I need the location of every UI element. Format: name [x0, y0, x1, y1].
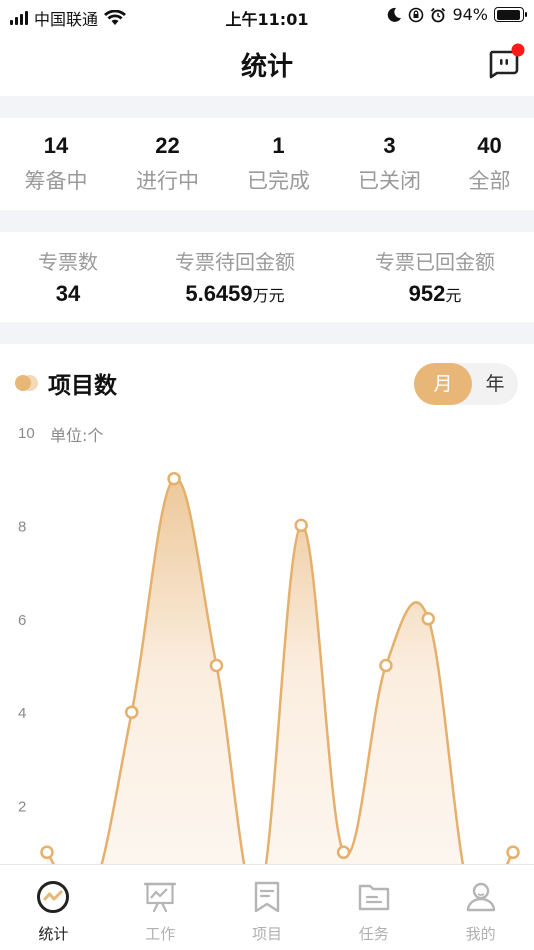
tab-label: 工作 — [145, 925, 176, 943]
bookmark-book-icon — [254, 881, 280, 913]
stat-preparing[interactable]: 14 筹备中 — [0, 118, 112, 210]
separator — [0, 322, 534, 344]
page-title: 统计 — [240, 52, 293, 82]
ticket-pending-label: 专票待回金额 — [175, 250, 295, 274]
status-bar: 中国联通 上午11:01 94% — [0, 0, 534, 32]
separator — [0, 96, 534, 118]
stat-closed[interactable]: 3 已关闭 — [334, 118, 445, 210]
ticket-pending-value: 5.6459 — [185, 281, 253, 306]
toggle-year[interactable]: 年 — [472, 363, 518, 405]
ticket-returned-label: 专票已回金额 — [375, 250, 495, 274]
legend-dots-icon — [15, 375, 38, 391]
tab-mine[interactable]: 我的 — [427, 865, 534, 950]
nav-bar: 统计 — [0, 32, 534, 96]
tab-tasks[interactable]: 任务 — [320, 865, 427, 950]
stat-count: 40 — [477, 133, 502, 158]
toggle-month[interactable]: 月 — [414, 363, 472, 405]
period-toggle: 月 年 — [414, 363, 518, 405]
ticket-count-value: 34 — [55, 281, 81, 306]
stat-all[interactable]: 40 全部 — [445, 118, 534, 210]
y-tick-label: 10 — [18, 425, 35, 442]
chart-unit-label: 单位:个 — [50, 426, 104, 445]
stat-count: 22 — [155, 133, 180, 158]
stat-completed[interactable]: 1 已完成 — [223, 118, 334, 210]
battery-icon — [494, 7, 527, 22]
tab-label: 任务 — [358, 925, 389, 943]
tab-bar: 统计 工作 项目 任务 我的 — [0, 864, 534, 950]
tab-projects[interactable]: 项目 — [214, 865, 321, 950]
stat-label: 已关闭 — [358, 169, 421, 193]
data-point[interactable] — [167, 471, 181, 486]
data-point[interactable] — [124, 705, 139, 719]
stat-count: 14 — [43, 133, 69, 158]
chart-area — [47, 478, 513, 864]
data-point[interactable] — [40, 845, 54, 860]
stats-icon — [37, 881, 70, 913]
data-point[interactable] — [209, 658, 224, 673]
ticket-returned-value: 952 — [408, 281, 446, 306]
data-point[interactable] — [336, 845, 351, 860]
rotation-lock-icon — [409, 7, 424, 22]
data-point[interactable] — [379, 658, 393, 673]
section-title-text: 项目数 — [48, 373, 117, 399]
user-icon — [466, 882, 495, 912]
data-point[interactable] — [294, 518, 308, 533]
stat-label: 全部 — [468, 169, 511, 193]
tab-label: 我的 — [465, 925, 496, 943]
ticket-returned: 专票已回金额 952元 — [340, 246, 530, 307]
ticket-count-label: 专票数 — [38, 250, 98, 274]
project-count-section: 10 8 6 4 2 项目数 月 年 单位:个 — [0, 344, 534, 864]
alarm-icon — [431, 7, 446, 22]
ticket-pending-unit: 万元 — [252, 286, 285, 305]
status-right: 94% — [386, 5, 527, 24]
stat-count: 3 — [383, 133, 396, 158]
data-point[interactable] — [421, 612, 436, 626]
ticket-stats: 专票数 34 专票待回金额 5.6459万元 专票已回金额 952元 — [0, 232, 534, 322]
tab-stats[interactable]: 统计 — [0, 865, 107, 950]
data-point[interactable] — [506, 845, 520, 860]
message-button[interactable] — [486, 43, 525, 80]
ticket-pending-amount: 5.6459万元 — [185, 281, 284, 307]
tab-label: 项目 — [251, 925, 282, 943]
y-tick-label: 4 — [18, 705, 26, 722]
notification-dot-icon — [511, 43, 525, 57]
y-tick-label: 2 — [18, 799, 26, 816]
y-tick-label: 6 — [18, 612, 26, 629]
tab-work[interactable]: 工作 — [107, 865, 214, 950]
tab-label: 统计 — [38, 925, 69, 943]
stat-in-progress[interactable]: 22 进行中 — [112, 118, 223, 210]
ticket-returned-unit: 元 — [445, 286, 462, 305]
project-stats: 14 筹备中 22 进行中 1 已完成 3 已关闭 40 全部 — [0, 118, 534, 210]
section-title: 项目数 — [14, 366, 117, 400]
ticket-pending: 专票待回金额 5.6459万元 — [140, 246, 330, 307]
easel-chart-icon — [143, 882, 177, 913]
ticket-returned-amount: 952元 — [409, 281, 462, 307]
moon-icon — [388, 7, 402, 22]
stat-label: 筹备中 — [24, 169, 88, 193]
stat-label: 进行中 — [136, 169, 199, 193]
separator — [0, 210, 534, 232]
ticket-count: 专票数 34 — [18, 246, 118, 307]
stat-label: 已完成 — [247, 169, 310, 193]
battery-percent: 94% — [452, 5, 488, 24]
y-tick-label: 8 — [18, 518, 26, 535]
folder-icon — [358, 884, 389, 911]
stat-count: 1 — [272, 133, 285, 158]
